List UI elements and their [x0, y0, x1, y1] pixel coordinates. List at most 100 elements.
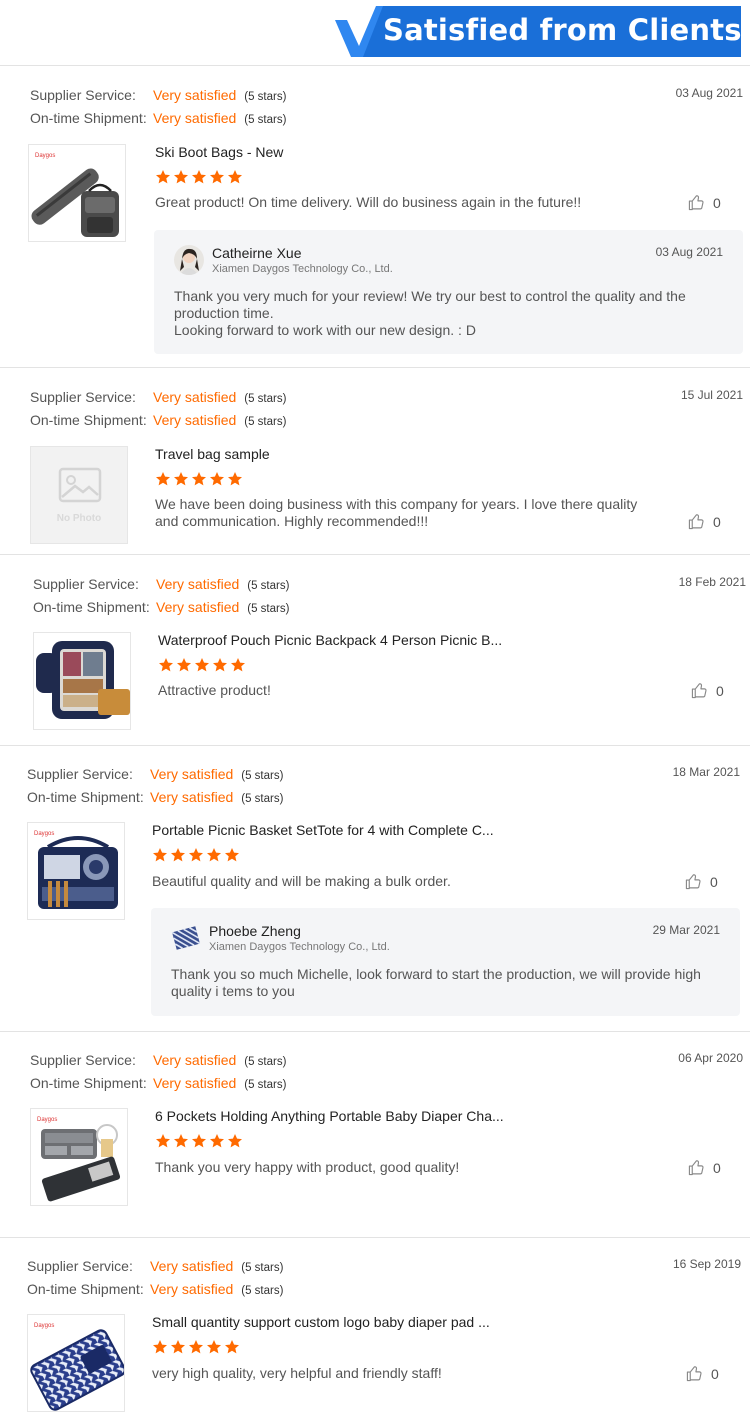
supplier-service-stars: (5 stars): [244, 1056, 287, 1068]
review-date: 06 Apr 2020: [678, 1051, 743, 1065]
like-count: 0: [713, 513, 721, 530]
replier-name: Catheirne Xue: [212, 245, 302, 261]
product-thumbnail[interactable]: [33, 632, 131, 730]
shipment-value: Very satisfied: [156, 599, 240, 615]
shipment-value: Very satisfied: [150, 789, 234, 805]
thumbs-up-icon: [691, 683, 707, 699]
product-name[interactable]: Ski Boot Bags - New: [155, 144, 283, 160]
review-comment: Attractive product!: [158, 682, 271, 698]
shipment-stars: (5 stars): [244, 1079, 287, 1091]
star-icon: [231, 658, 245, 672]
product-thumbnail[interactable]: Daygos: [27, 822, 125, 920]
review-comment: Great product! On time delivery. Will do…: [155, 194, 582, 210]
star-icon: [159, 658, 173, 672]
like-button[interactable]: 0: [688, 194, 721, 211]
review-card: Supplier Service: Very satisfied (5 star…: [0, 67, 750, 368]
star-rating: [152, 1339, 240, 1355]
product-name[interactable]: Small quantity support custom logo baby …: [152, 1314, 490, 1330]
star-icon: [171, 848, 185, 862]
supplier-service-label: Supplier Service:: [27, 766, 133, 782]
shipment-row: On-time Shipment: Very satisfied (5 star…: [27, 1281, 283, 1297]
review-date: 18 Feb 2021: [678, 575, 746, 589]
supplier-service-row: Supplier Service: Very satisfied (5 star…: [27, 766, 283, 782]
star-icon: [225, 1340, 239, 1354]
star-icon: [210, 1134, 224, 1148]
like-count: 0: [711, 1365, 719, 1382]
supplier-service-row: Supplier Service: Very satisfied (5 star…: [33, 576, 289, 592]
thumbs-up-icon: [685, 874, 701, 890]
star-icon: [174, 170, 188, 184]
star-icon: [174, 1134, 188, 1148]
star-icon: [213, 658, 227, 672]
star-icon: [192, 472, 206, 486]
reply-text: Thank you so much Michelle, look forward…: [171, 966, 701, 999]
shipment-row: On-time Shipment: Very satisfied (5 star…: [27, 789, 283, 805]
shipment-stars: (5 stars): [244, 416, 287, 428]
review-card: Supplier Service: Very satisfied (5 star…: [0, 747, 750, 1032]
supplier-service-value: Very satisfied: [150, 766, 234, 782]
supplier-service-row: Supplier Service: Very satisfied (5 star…: [30, 1052, 286, 1068]
review-card: Supplier Service: Very satisfied (5 star…: [0, 369, 750, 555]
like-button[interactable]: 0: [686, 1365, 719, 1382]
like-count: 0: [716, 682, 724, 699]
like-button[interactable]: 0: [688, 1159, 721, 1176]
like-button[interactable]: 0: [688, 513, 721, 530]
star-icon: [228, 472, 242, 486]
shipment-label: On-time Shipment:: [33, 599, 150, 615]
product-name[interactable]: Portable Picnic Basket SetTote for 4 wit…: [152, 822, 494, 838]
like-count: 0: [713, 194, 721, 211]
supplier-service-row: Supplier Service: Very satisfied (5 star…: [30, 87, 286, 103]
like-button[interactable]: 0: [691, 682, 724, 699]
star-icon: [192, 1134, 206, 1148]
page-header: Satisfied from Clients: [0, 0, 750, 66]
supplier-service-stars: (5 stars): [244, 393, 287, 405]
product-thumbnail[interactable]: Daygos: [28, 144, 126, 242]
shipment-row: On-time Shipment: Very satisfied (5 star…: [30, 1075, 286, 1091]
like-button[interactable]: 0: [685, 873, 718, 890]
supplier-service-stars: (5 stars): [241, 1262, 284, 1274]
reply-text: Thank you very much for your review! We …: [174, 288, 686, 338]
supplier-service-row: Supplier Service: Very satisfied (5 star…: [27, 1258, 283, 1274]
header-banner: Satisfied from Clients: [333, 6, 742, 57]
shipment-row: On-time Shipment: Very satisfied (5 star…: [30, 110, 286, 126]
review-comment: Beautiful quality and will be making a b…: [152, 873, 451, 889]
star-icon: [192, 170, 206, 184]
product-thumbnail[interactable]: Daygos: [27, 1314, 125, 1412]
product-thumbnail[interactable]: No Photo: [30, 446, 128, 544]
star-icon: [189, 1340, 203, 1354]
star-icon: [174, 472, 188, 486]
shipment-stars: (5 stars): [244, 114, 287, 126]
shipment-row: On-time Shipment: Very satisfied (5 star…: [30, 412, 286, 428]
shipment-stars: (5 stars): [241, 793, 284, 805]
like-count: 0: [713, 1159, 721, 1176]
thumbs-up-icon: [688, 514, 704, 530]
header-title: Satisfied from Clients: [383, 13, 742, 47]
shipment-row: On-time Shipment: Very satisfied (5 star…: [33, 599, 289, 615]
thumbs-up-icon: [688, 195, 704, 211]
supplier-service-label: Supplier Service:: [33, 576, 139, 592]
product-name[interactable]: 6 Pockets Holding Anything Portable Baby…: [155, 1108, 504, 1124]
shipment-value: Very satisfied: [153, 1075, 237, 1091]
product-thumbnail[interactable]: Daygos: [30, 1108, 128, 1206]
star-icon: [189, 848, 203, 862]
supplier-service-label: Supplier Service:: [30, 87, 136, 103]
star-icon: [171, 1340, 185, 1354]
star-icon: [228, 170, 242, 184]
shipment-value: Very satisfied: [153, 110, 237, 126]
like-count: 0: [710, 873, 718, 890]
review-card: Supplier Service: Very satisfied (5 star…: [0, 1239, 750, 1426]
shipment-stars: (5 stars): [241, 1285, 284, 1297]
star-icon: [153, 1340, 167, 1354]
svg-text:Daygos: Daygos: [37, 1117, 57, 1123]
product-name[interactable]: Travel bag sample: [155, 446, 270, 462]
star-icon: [228, 1134, 242, 1148]
product-name[interactable]: Waterproof Pouch Picnic Backpack 4 Perso…: [158, 632, 502, 648]
review-date: 03 Aug 2021: [675, 86, 743, 100]
star-icon: [207, 1340, 221, 1354]
star-rating: [155, 169, 243, 185]
star-icon: [156, 1134, 170, 1148]
star-rating: [155, 471, 243, 487]
no-photo-label: No Photo: [56, 513, 102, 524]
supplier-service-stars: (5 stars): [241, 770, 284, 782]
avatar: [171, 923, 201, 953]
